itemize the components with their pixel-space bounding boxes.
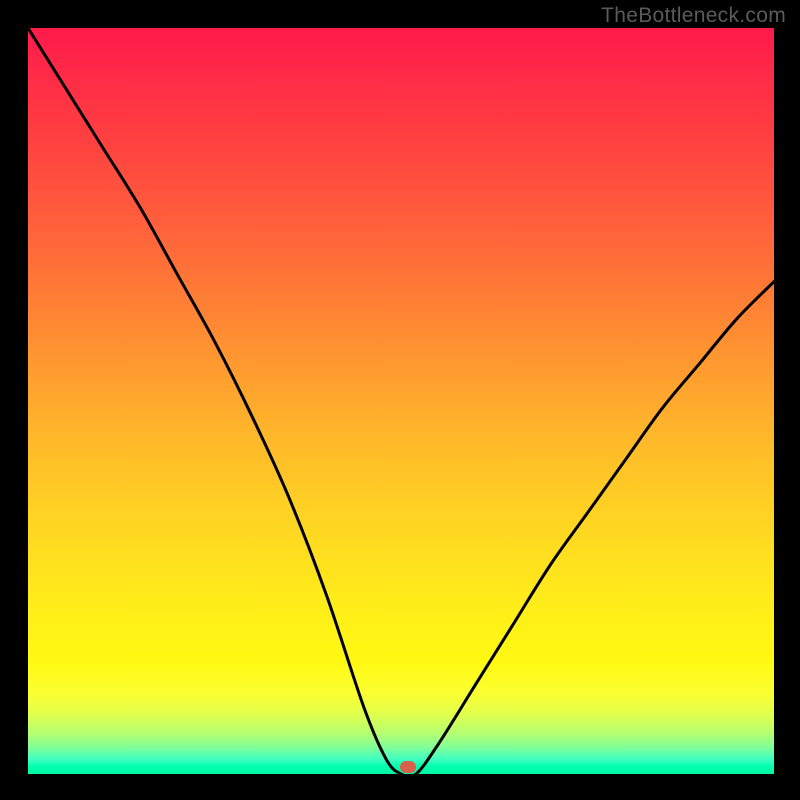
watermark-text: TheBottleneck.com (601, 4, 786, 28)
minimum-marker (400, 761, 416, 773)
chart-plot-area (28, 28, 774, 774)
bottleneck-curve (28, 28, 774, 774)
